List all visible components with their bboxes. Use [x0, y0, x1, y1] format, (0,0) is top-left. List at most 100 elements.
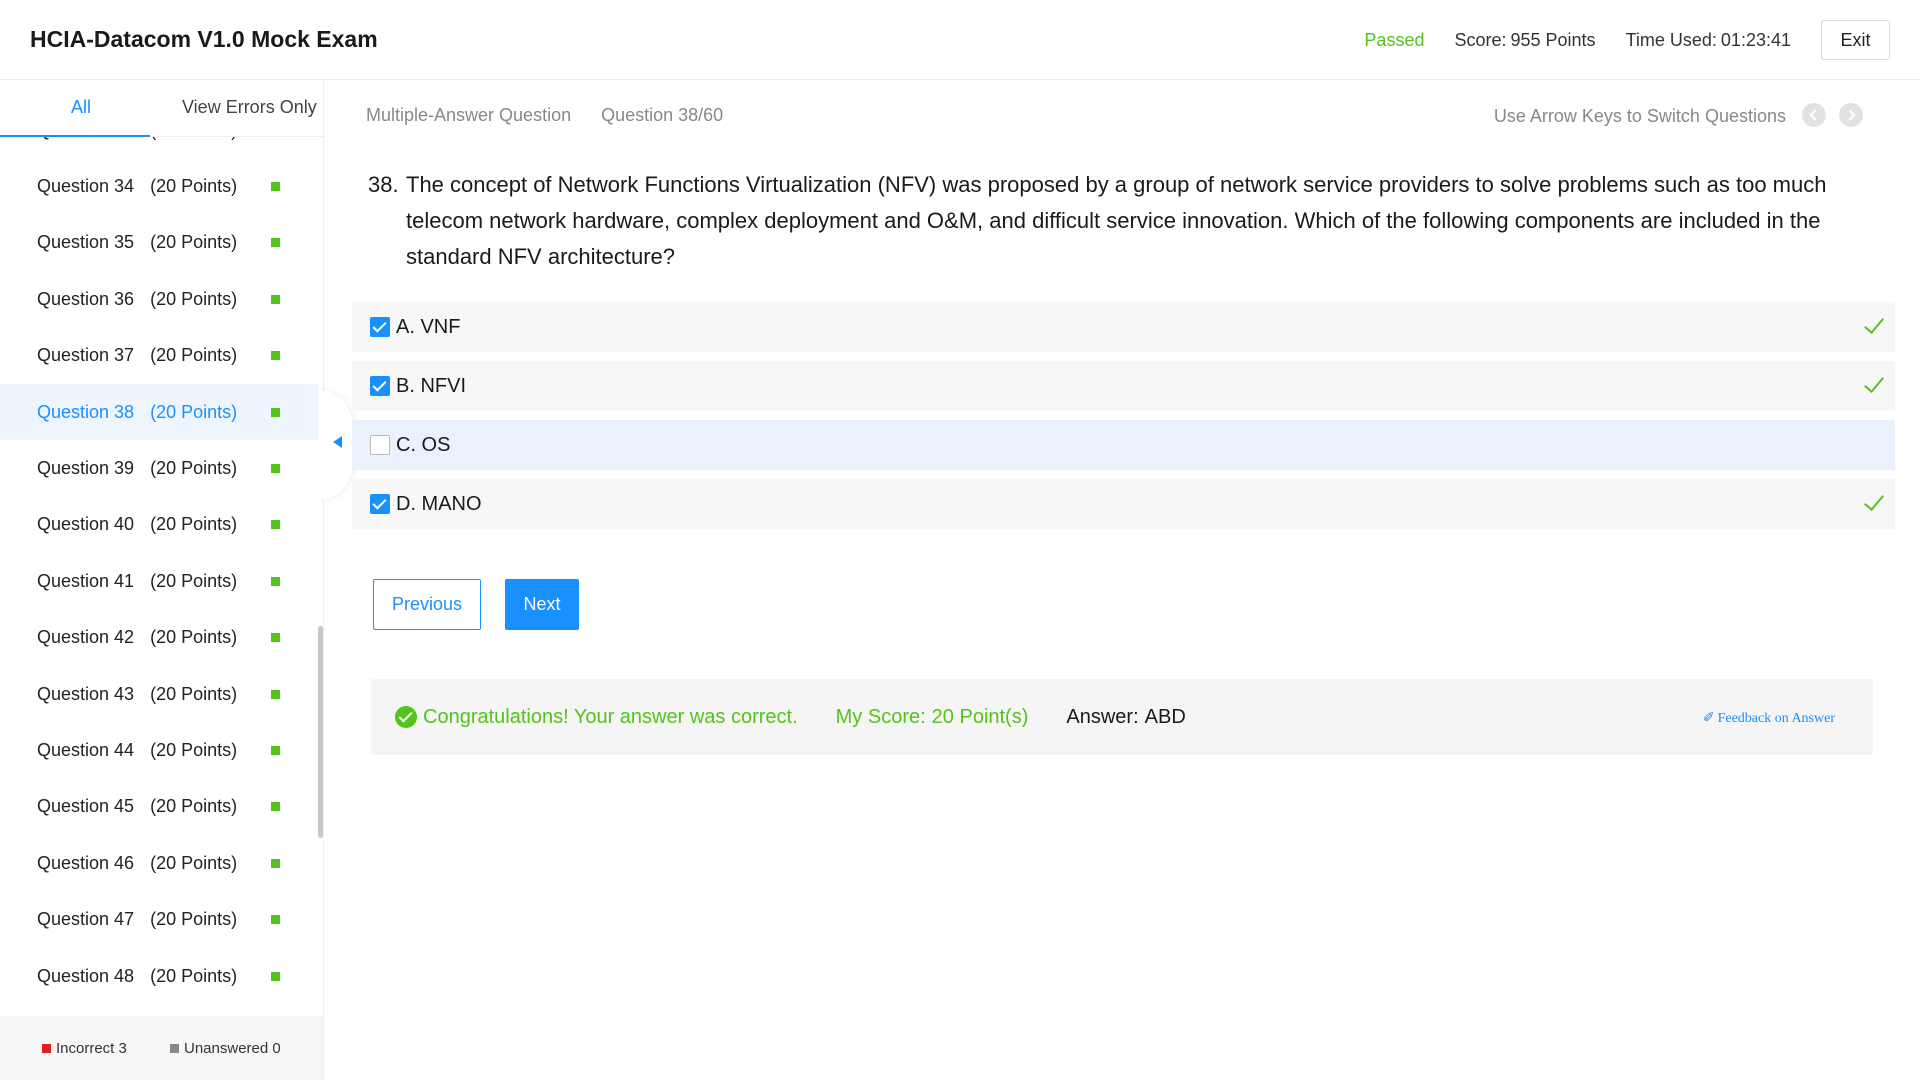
question-list-points: (20 Points) — [150, 570, 238, 591]
page-title: HCIA-Datacom V1.0 Mock Exam — [30, 26, 378, 52]
answer-option-label: B. NFVI — [396, 374, 467, 397]
question-list-points: (20 Points) — [150, 345, 238, 366]
collapse-left-arrow-icon — [333, 436, 342, 448]
question-number: 38. — [368, 172, 399, 197]
question-type: Multiple-Answer Question — [366, 105, 572, 125]
sidebar-scrollbar[interactable] — [318, 626, 323, 838]
question-list-item[interactable]: Question 39 (20 Points) — [0, 440, 318, 496]
question-list-item[interactable]: Question 45 (20 Points) — [0, 779, 318, 835]
answer-option[interactable]: A. VNF — [352, 302, 1895, 352]
question-list-points: (20 Points) — [150, 232, 238, 253]
question-list-item[interactable]: Question 48 (20 Points) — [0, 948, 318, 998]
answered-correct-square-icon — [271, 407, 280, 417]
question-list-label: Question 39 — [37, 458, 135, 479]
question-list[interactable]: Question 33 (20 Points) Question 34 (20 Poi… — [0, 137, 318, 998]
question-list-item[interactable]: Question 35 (20 Points) — [0, 215, 318, 271]
sidebar-collapse-button[interactable] — [318, 390, 352, 500]
question-list-item[interactable]: Question 44 (20 Points) — [0, 722, 318, 778]
question-list-item[interactable]: Question 37 (20 Points) — [0, 328, 318, 384]
checked-checkbox[interactable] — [370, 494, 390, 514]
question-list-item[interactable]: Question 40 (20 Points) — [0, 497, 318, 553]
incorrect-square-icon — [42, 1044, 51, 1053]
question-list-points: (20 Points) — [150, 909, 238, 930]
question-list-item[interactable]: Question 42 (20 Points) — [0, 610, 318, 666]
question-panel: Multiple-Answer Question Question 38/60 … — [352, 81, 1920, 1080]
feedback-link[interactable]: ✐ Feedback on Answer — [1703, 710, 1835, 727]
question-list-label: Question 37 — [37, 345, 135, 366]
check-circle-icon — [395, 706, 417, 728]
answered-correct-square-icon — [271, 238, 280, 248]
answer-option[interactable]: D. MANO — [352, 479, 1895, 529]
checked-checkbox[interactable] — [370, 317, 390, 337]
checked-checkbox[interactable] — [370, 376, 390, 396]
prev-question-arrow-icon[interactable] — [1802, 103, 1826, 127]
question-list-item[interactable]: Question 46 (20 Points) — [0, 835, 318, 891]
answer-options: A. VNF B. NFVI C. OS D. MANO — [352, 302, 1895, 538]
question-list-label: Question 36 — [37, 288, 135, 309]
question-list-points: (20 Points) — [150, 627, 238, 648]
answer-option[interactable]: C. OS — [352, 420, 1895, 470]
correct-check-icon — [1861, 373, 1885, 397]
answered-correct-square-icon — [271, 182, 280, 192]
answered-correct-square-icon — [271, 915, 280, 925]
question-list-label: Question 40 — [37, 514, 135, 535]
question-list-label: Question 35 — [37, 232, 135, 253]
question-list-item[interactable]: Question 34 (20 Points) — [0, 158, 318, 214]
answered-correct-square-icon — [271, 802, 280, 812]
answered-correct-square-icon — [271, 576, 280, 586]
previous-button[interactable]: Previous — [373, 579, 481, 630]
question-list-item[interactable]: Question 33 (20 Points) — [0, 137, 318, 158]
time-used-display: Time Used: 01:23:41 — [1626, 30, 1791, 51]
correct-answer: Answer: ABD — [1066, 706, 1185, 729]
answered-correct-square-icon — [271, 633, 280, 643]
status-badge: Passed — [1364, 29, 1425, 50]
score-display: Score: 955 Points — [1454, 30, 1595, 51]
question-list-points: (20 Points) — [150, 288, 238, 309]
question-list-item[interactable]: Question 38 (20 Points) — [0, 383, 318, 441]
answered-correct-square-icon — [271, 520, 280, 530]
next-question-arrow-icon[interactable] — [1839, 103, 1863, 127]
question-list-item[interactable]: Question 43 (20 Points) — [0, 666, 318, 722]
next-button[interactable]: Next — [505, 579, 579, 630]
pencil-icon: ✐ — [1702, 711, 1715, 726]
my-score: My Score: 20 Point(s) — [836, 706, 1029, 729]
time-label: Time Used: — [1625, 29, 1717, 50]
question-list-items: Question 33 (20 Points) Question 34 (20 Poi… — [0, 137, 318, 998]
question-list-label: Question 33 — [37, 137, 134, 141]
question-position: Question 38/60 — [601, 105, 724, 125]
keyboard-nav-hint: Use Arrow Keys to Switch Questions — [1493, 106, 1786, 126]
question-list-points: (20 Points) — [150, 965, 238, 986]
question-list-points: (20 Points) — [150, 137, 237, 141]
question-text: The concept of Network Functions Virtual… — [406, 172, 1827, 269]
answered-correct-square-icon — [271, 858, 280, 868]
answered-correct-square-icon — [271, 351, 280, 361]
question-list-item[interactable]: Question 41 (20 Points) — [0, 553, 318, 609]
correct-check-icon — [1861, 314, 1885, 338]
question-list-points: (20 Points) — [150, 176, 238, 197]
question-list-label: Question 38 — [37, 401, 135, 422]
answer-option[interactable]: B. NFVI — [352, 361, 1895, 411]
legend-unanswered-label: Unanswered 0 — [184, 1040, 281, 1057]
answer-option-label: D. MANO — [396, 492, 482, 515]
question-meta: Multiple-Answer Question Question 38/60 — [366, 105, 723, 126]
my-score-label: My Score: — [835, 705, 926, 728]
unanswered-square-icon — [170, 1044, 179, 1053]
feedback-label: Feedback on Answer — [1717, 710, 1835, 726]
question-list-points: (20 Points) — [150, 739, 238, 760]
question-list-label: Question 41 — [37, 570, 135, 591]
question-list-label: Question 44 — [37, 739, 135, 760]
tab-all[interactable]: All — [71, 97, 91, 118]
exit-button[interactable]: Exit — [1821, 20, 1890, 60]
tab-view-errors-only[interactable]: View Errors Only — [182, 97, 317, 118]
answer-label: Answer: — [1066, 705, 1139, 728]
unchecked-checkbox[interactable] — [370, 435, 390, 455]
question-sidebar: All View Errors Only Question 33 (20 Poin… — [0, 81, 324, 1080]
answered-correct-square-icon — [271, 689, 280, 699]
header-status-area: Passed Score: 955 Points Time Used: 01:2… — [1364, 20, 1890, 60]
score-value: 955 Points — [1510, 29, 1596, 50]
score-label: Score: — [1454, 29, 1507, 50]
question-list-label: Question 43 — [37, 683, 135, 704]
question-list-label: Question 45 — [37, 796, 135, 817]
question-list-item[interactable]: Question 36 (20 Points) — [0, 271, 318, 327]
question-list-item[interactable]: Question 47 (20 Points) — [0, 891, 318, 947]
